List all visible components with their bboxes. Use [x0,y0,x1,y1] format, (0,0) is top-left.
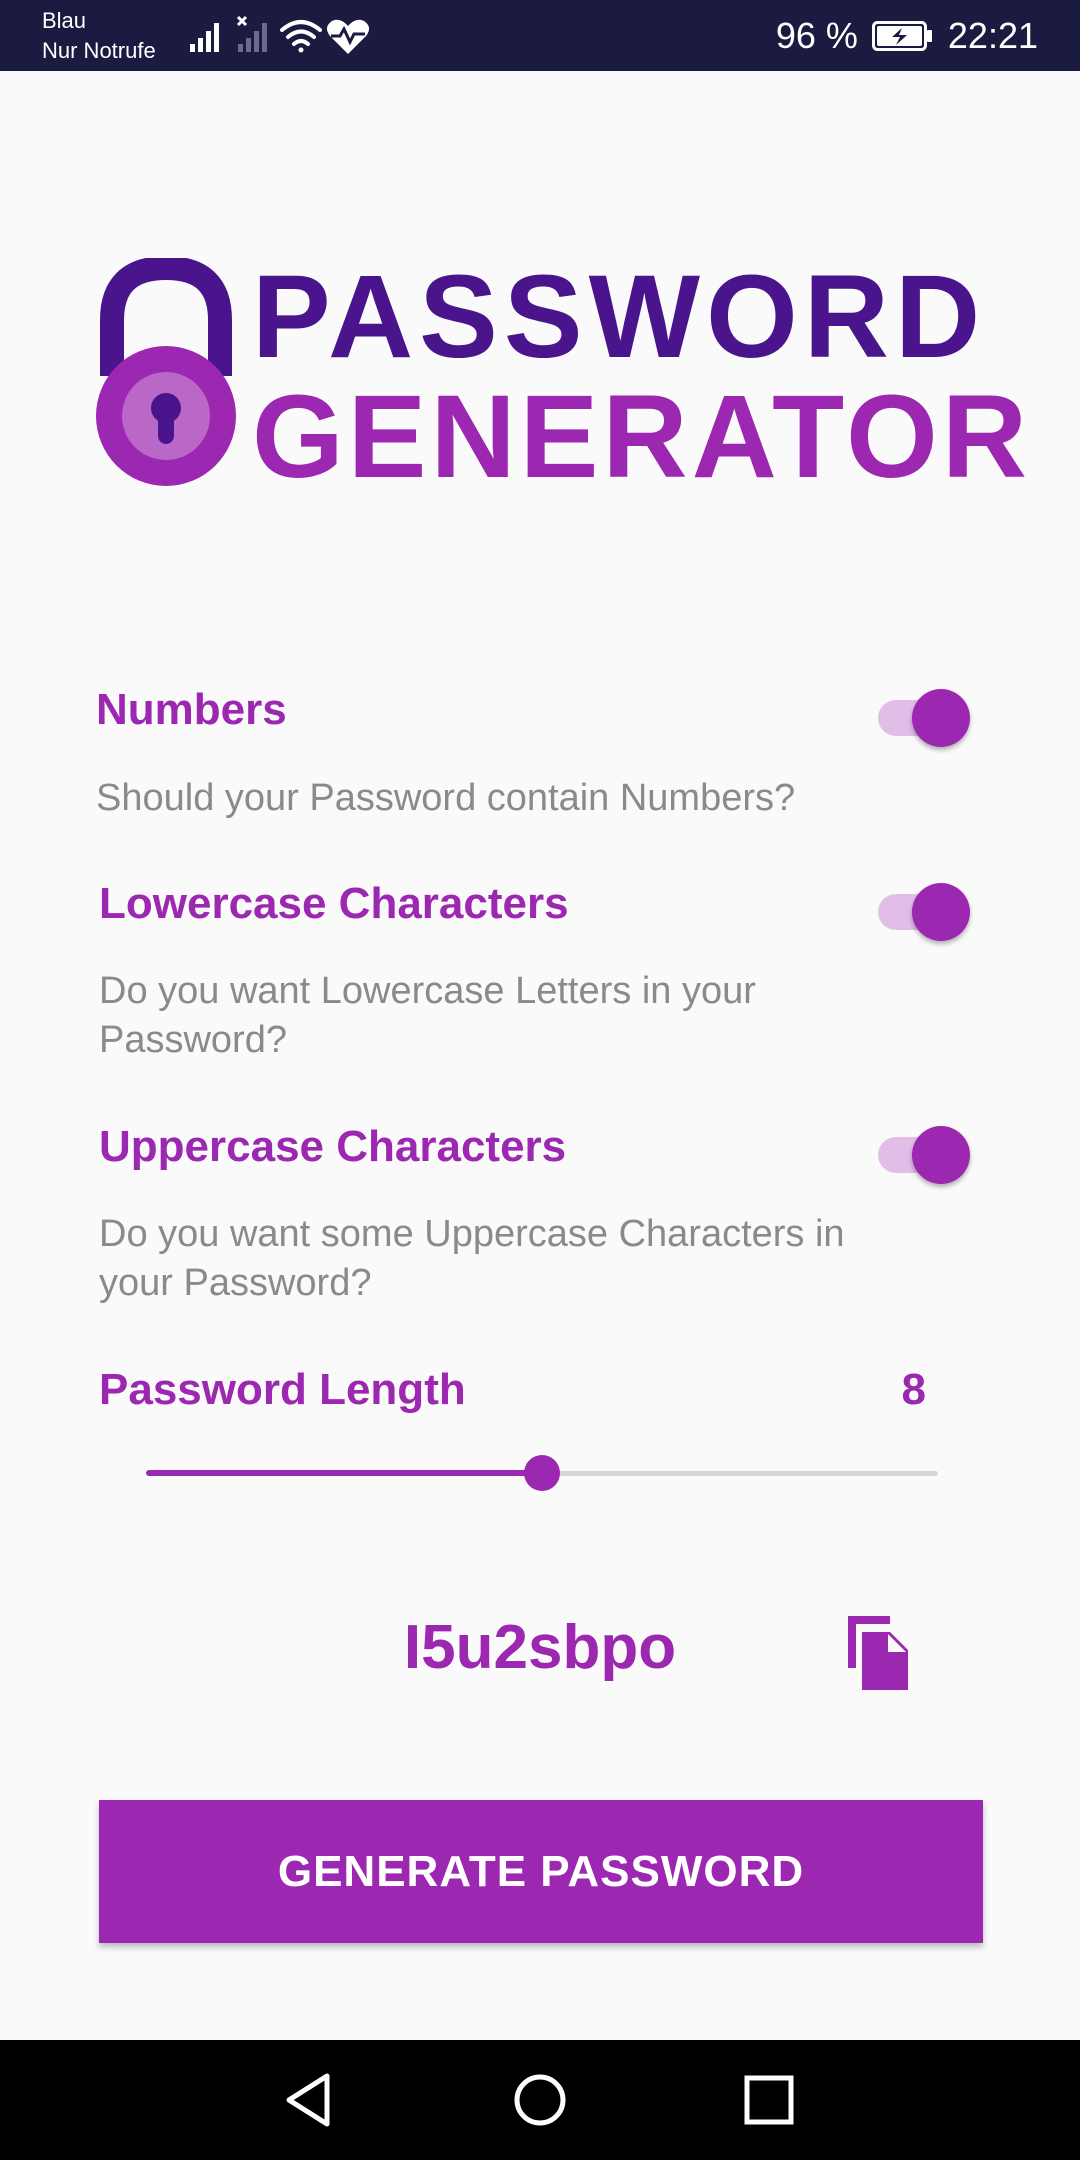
lowercase-description: Do you want Lowercase Letters in your Pa… [99,970,756,1061]
carrier-name: Blau [42,8,87,33]
logo-word-generator: GENERATOR [252,371,1032,503]
numbers-toggle[interactable] [874,683,974,753]
status-bar: Blau Nur Notrufe 96 % 22:21 [0,0,1080,71]
padlock-icon [96,258,236,486]
slider-thumb[interactable] [524,1455,560,1491]
signal-icon [190,23,219,52]
recents-icon[interactable] [739,2070,799,2130]
app-screen: Blau Nur Notrufe 96 % 22:21 PASSWORD GEN… [0,0,1080,2160]
slider-fill [146,1470,542,1476]
copy-icon[interactable] [842,1614,912,1692]
health-icon [326,19,370,54]
wifi-icon [280,20,322,53]
password-length-value: 8 [901,1365,926,1414]
battery-charging-icon [871,21,932,51]
battery-percent: 96 % [775,15,858,56]
signal-off-icon [236,15,267,52]
app-logo: PASSWORD GENERATOR [94,251,1027,496]
toggle-thumb [912,1126,970,1184]
lowercase-title: Lowercase Characters [99,879,569,928]
logo-word-password: PASSWORD [252,251,987,383]
toggle-thumb [912,883,970,941]
carrier-status: Nur Notrufe [42,38,156,63]
uppercase-title: Uppercase Characters [99,1122,567,1171]
home-icon[interactable] [510,2070,570,2130]
generated-password: I5u2sbpo [403,1613,677,1682]
toggle-thumb [912,689,970,747]
navigation-bar [0,2040,1080,2160]
password-length-slider[interactable] [146,1448,938,1498]
clock: 22:21 [947,15,1038,56]
password-length-title: Password Length [99,1365,466,1414]
numbers-description: Should your Password contain Numbers? [96,777,796,819]
lowercase-toggle[interactable] [874,877,974,947]
status-icons [190,15,370,54]
uppercase-description: Do you want some Uppercase Characters in… [99,1213,845,1304]
numbers-title: Numbers [96,685,287,734]
uppercase-toggle[interactable] [874,1120,974,1190]
generate-password-button[interactable]: GENERATE PASSWORD [99,1800,983,1943]
carrier-info: Blau Nur Notrufe [42,6,156,66]
status-right: 96 % 22:21 [776,12,1038,60]
back-icon[interactable] [280,2070,340,2130]
